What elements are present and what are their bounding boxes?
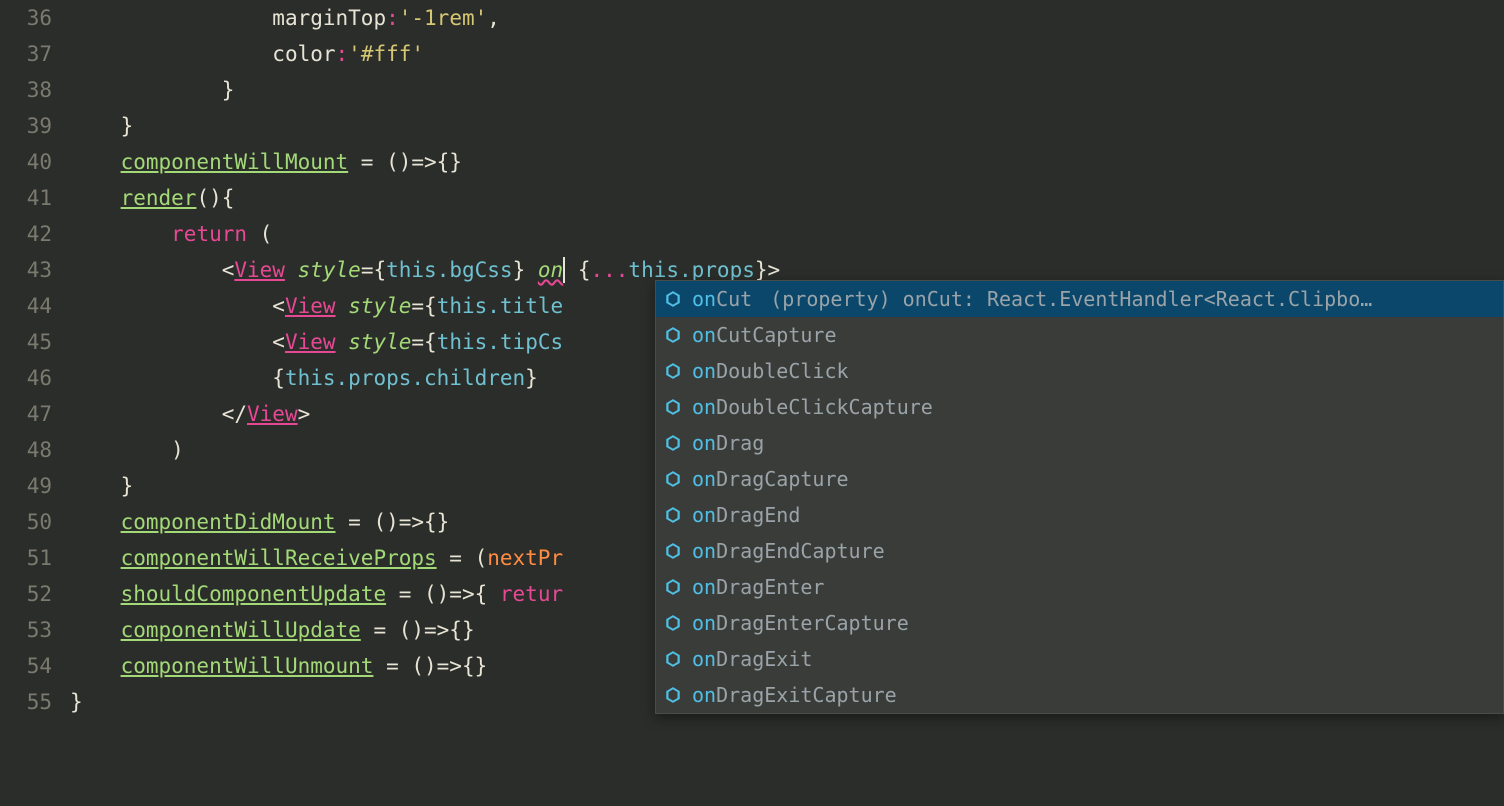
line-number: 46 [0,360,52,396]
property-icon [662,396,684,418]
line-number: 54 [0,648,52,684]
code-line[interactable]: return ( [70,216,1504,252]
autocomplete-item[interactable]: onDragCapture [656,461,1503,497]
code-line[interactable]: render(){ [70,180,1504,216]
autocomplete-label: onDragExit [692,647,812,671]
autocomplete-item[interactable]: onDrag [656,425,1503,461]
property-icon [662,648,684,670]
autocomplete-label: onCutCapture [692,323,837,347]
autocomplete-item[interactable]: onDragEnd [656,497,1503,533]
property-icon [662,576,684,598]
autocomplete-label: onDrag [692,431,764,455]
line-number: 45 [0,324,52,360]
code-line[interactable]: componentWillMount = ()=>{} [70,144,1504,180]
autocomplete-label: onDragEnd [692,503,800,527]
autocomplete-item[interactable]: onDragEnterCapture [656,605,1503,641]
autocomplete-label: onDragEndCapture [692,539,885,563]
autocomplete-item[interactable]: onCutCapture [656,317,1503,353]
line-number: 50 [0,504,52,540]
property-icon [662,324,684,346]
property-icon [662,612,684,634]
line-number: 51 [0,540,52,576]
property-icon [662,432,684,454]
line-number: 39 [0,108,52,144]
line-number: 52 [0,576,52,612]
autocomplete-item[interactable]: onCut (property) onCut: React.EventHandle… [656,281,1503,317]
autocomplete-item[interactable]: onDoubleClickCapture [656,389,1503,425]
autocomplete-label: onCut [692,287,752,311]
line-number: 53 [0,612,52,648]
property-icon [662,288,684,310]
line-number: 49 [0,468,52,504]
line-number: 38 [0,72,52,108]
code-line[interactable]: } [70,108,1504,144]
autocomplete-label: onDragEnter [692,575,824,599]
property-icon [662,468,684,490]
line-number: 47 [0,396,52,432]
line-number: 41 [0,180,52,216]
line-number: 55 [0,684,52,720]
line-number: 48 [0,432,52,468]
code-line[interactable]: marginTop:'-1rem', [70,0,1504,36]
property-icon [662,360,684,382]
property-icon [662,684,684,706]
line-number: 44 [0,288,52,324]
autocomplete-label: onDoubleClick [692,359,849,383]
autocomplete-item[interactable]: onDoubleClick [656,353,1503,389]
line-number: 36 [0,0,52,36]
autocomplete-item[interactable]: onDragExit [656,641,1503,677]
property-icon [662,540,684,562]
autocomplete-item[interactable]: onDragEnter [656,569,1503,605]
code-line[interactable]: color:'#fff' [70,36,1504,72]
autocomplete-label: onDoubleClickCapture [692,395,933,419]
line-number: 42 [0,216,52,252]
autocomplete-label: onDragEnterCapture [692,611,909,635]
autocomplete-label: onDragCapture [692,467,849,491]
property-icon [662,504,684,526]
autocomplete-popup[interactable]: onCut (property) onCut: React.EventHandle… [655,280,1504,714]
autocomplete-item[interactable]: onDragEndCapture [656,533,1503,569]
line-number-gutter: 3637383940414243444546474849505152535455 [0,0,70,806]
autocomplete-item[interactable]: onDragExitCapture [656,677,1503,713]
line-number: 40 [0,144,52,180]
autocomplete-detail: (property) onCut: React.EventHandler<Rea… [770,287,1497,311]
line-number: 43 [0,252,52,288]
code-line[interactable]: } [70,72,1504,108]
autocomplete-label: onDragExitCapture [692,683,897,707]
line-number: 37 [0,36,52,72]
